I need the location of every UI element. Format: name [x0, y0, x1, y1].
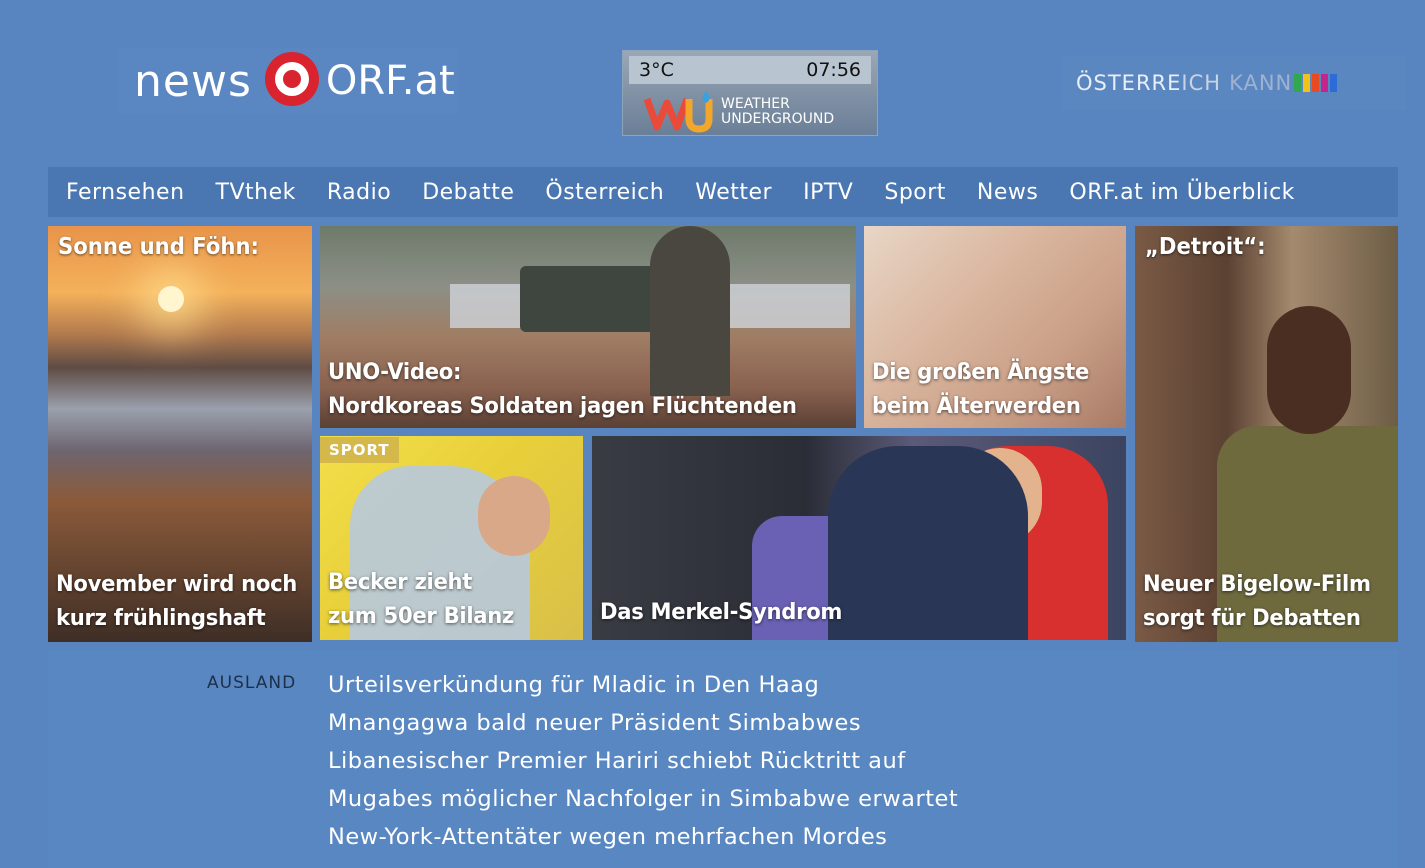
campaign-word1: ÖSTERRE	[1076, 71, 1182, 95]
tile-top-caption: „Detroit“:	[1145, 234, 1266, 260]
weather-bar: 3°C 07:56	[629, 56, 871, 84]
weather-widget[interactable]: 3°C 07:56 WEATHER UNDERGROUND	[622, 50, 878, 136]
nav-item-sport[interactable]: Sport	[884, 180, 946, 205]
campaign-word3: KANN	[1229, 71, 1293, 95]
tile-caption-line2: zum 50er Bilanz	[328, 604, 515, 629]
stripe-icon	[1321, 74, 1329, 92]
weather-underground-icon	[643, 89, 717, 137]
tile-caption-line1: Becker zieht	[328, 570, 473, 595]
headline-item[interactable]: Mnangagwa bald neuer Präsident Simbabwes	[328, 704, 958, 742]
jeep-image	[520, 266, 656, 332]
weather-provider-line2: UNDERGROUND	[721, 111, 835, 127]
nav-item-iptv[interactable]: IPTV	[803, 180, 853, 205]
sun-image	[158, 286, 184, 312]
sport-badge: SPORT	[320, 437, 399, 463]
tile-caption-line2: sorgt für Debatten	[1143, 606, 1361, 631]
tile-caption-line2: beim Älterwerden	[872, 394, 1081, 419]
weather-provider-text: WEATHER UNDERGROUND	[721, 97, 834, 127]
stripe-icon	[1303, 74, 1311, 92]
weather-time: 07:56	[806, 59, 861, 81]
story-tile-merkel[interactable]: Das Merkel-Syndrom	[592, 436, 1126, 640]
tile-caption-line1: UNO-Video:	[328, 360, 462, 385]
weather-temperature: 3°C	[639, 59, 674, 81]
tree-image	[650, 226, 730, 396]
actor-head-image	[1267, 306, 1351, 434]
story-tile-detroit[interactable]: „Detroit“: Neuer Bigelow-Film sorgt für …	[1135, 226, 1398, 642]
stripe-icon	[1330, 74, 1338, 92]
story-tile-aengste[interactable]: Die großen Ängste beim Älterwerden	[864, 226, 1126, 428]
tile-caption-line2: kurz frühlingshaft	[56, 606, 266, 631]
nav-item-orf-ueberblick[interactable]: ORF.at im Überblick	[1069, 180, 1295, 205]
story-tile-foehn[interactable]: Sonne und Föhn: November wird noch kurz …	[48, 226, 312, 642]
headline-item[interactable]: New-York-Attentäter wegen mehrfachen Mor…	[328, 818, 958, 856]
nav-item-tvthek[interactable]: TVthek	[216, 180, 296, 205]
section-label-ausland: AUSLAND	[207, 673, 297, 693]
tile-caption-line1: Das Merkel-Syndrom	[600, 600, 843, 625]
nav-item-wetter[interactable]: Wetter	[695, 180, 772, 205]
nav-item-debatte[interactable]: Debatte	[422, 180, 514, 205]
story-tile-nordkorea[interactable]: UNO-Video: Nordkoreas Soldaten jagen Flü…	[320, 226, 856, 428]
headline-list: Urteilsverkündung für Mladic in Den Haag…	[328, 666, 958, 856]
logo-news-text: news	[134, 55, 252, 107]
headline-item[interactable]: Mugabes möglicher Nachfolger in Simbabwe…	[328, 780, 958, 818]
tile-top-caption: Sonne und Föhn:	[58, 234, 259, 260]
story-tile-becker[interactable]: Becker zieht zum 50er Bilanz	[320, 436, 583, 640]
player-face-image	[478, 476, 550, 556]
nav-item-radio[interactable]: Radio	[327, 180, 391, 205]
page: news ORF.at 3°C 07:56 WEATHER UNDERGROUN…	[0, 0, 1425, 868]
campaign-banner[interactable]: ÖSTERRE ICH KANN	[1062, 56, 1406, 110]
tile-caption-line2: Nordkoreas Soldaten jagen Flüchtenden	[328, 394, 797, 419]
nav-item-news[interactable]: News	[977, 180, 1038, 205]
news-orf-logo[interactable]: news ORF.at	[118, 48, 458, 114]
stripe-icon	[1294, 74, 1302, 92]
orf-target-icon	[264, 51, 320, 111]
tile-caption-line1: Die großen Ängste	[872, 360, 1089, 385]
nav-item-oesterreich[interactable]: Österreich	[545, 180, 664, 205]
nav-item-fernsehen[interactable]: Fernsehen	[66, 180, 185, 205]
man-image	[828, 446, 1028, 640]
weather-provider-line1: WEATHER	[721, 96, 790, 112]
tile-caption-line1: November wird noch	[56, 572, 298, 597]
logo-orf-text: ORF.at	[325, 58, 455, 104]
headline-item[interactable]: Libanesischer Premier Hariri schiebt Rüc…	[328, 742, 958, 780]
main-nav: Fernsehen TVthek Radio Debatte Österreic…	[48, 167, 1398, 217]
rainbow-stripes-icon	[1294, 74, 1339, 92]
headline-item[interactable]: Urteilsverkündung für Mladic in Den Haag	[328, 666, 958, 704]
tile-caption-line1: Neuer Bigelow-Film	[1143, 572, 1371, 597]
stripe-icon	[1312, 74, 1320, 92]
campaign-word2: ICH	[1181, 71, 1222, 95]
